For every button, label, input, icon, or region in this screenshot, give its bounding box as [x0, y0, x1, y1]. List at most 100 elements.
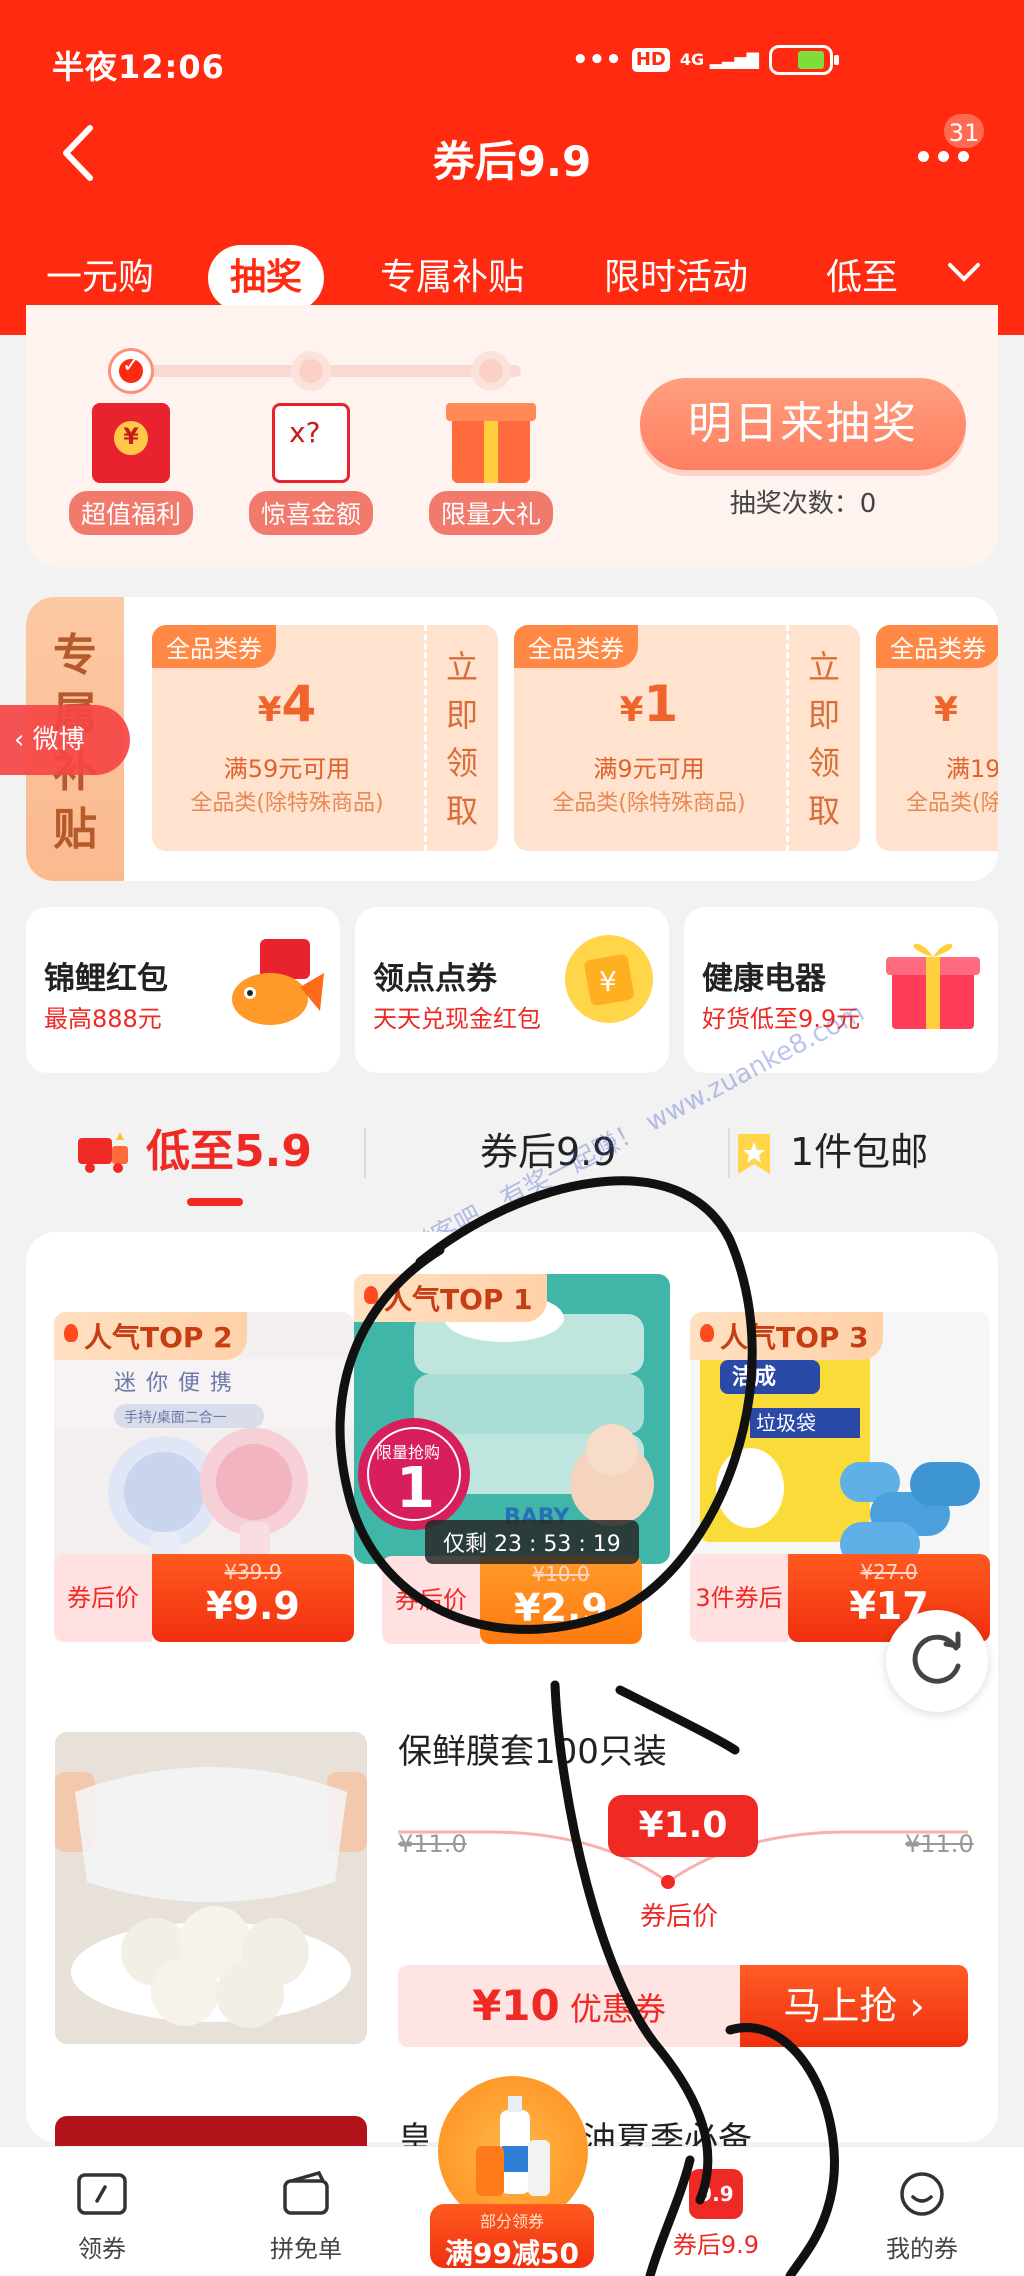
- weibo-back-label: 微博: [32, 725, 85, 755]
- product-image[interactable]: [55, 1732, 367, 2044]
- star-ribbon-icon: [734, 1132, 774, 1176]
- coupon-card[interactable]: 全品类券 ¥1 满9元可用 全品类(除特殊商品) 立即领取: [514, 625, 860, 851]
- reward-item: 超值福利: [66, 403, 196, 535]
- original-price: ¥10.0: [532, 1562, 590, 1586]
- gift-box-icon: [886, 943, 980, 1029]
- truck-icon: [76, 1130, 132, 1174]
- buy-now-button[interactable]: 马上抢 ›: [740, 1965, 968, 2047]
- dot-icon: [918, 151, 929, 162]
- reward-label: 惊喜金额: [248, 491, 373, 535]
- price-row: 券后价 ¥10.0 ¥2.9: [382, 1556, 642, 1644]
- entry-collect-points[interactable]: 领点点券 天天兑现金红包 ¥: [355, 907, 669, 1073]
- coupon-divider: [786, 625, 789, 851]
- tab-lowest[interactable]: 低至: [826, 245, 898, 311]
- price-label: 券后价: [54, 1554, 152, 1642]
- battery-icon: [768, 45, 839, 75]
- flash-sale-number: 1: [396, 1456, 435, 1521]
- coupon-value: ¥10: [472, 1981, 560, 2030]
- original-price: ¥11.0: [398, 1830, 467, 1858]
- category-tab-lowest[interactable]: 低至5.9: [146, 1112, 312, 1192]
- coupon-tag: 全品类券: [514, 625, 638, 668]
- coupon-value: 1: [643, 675, 679, 733]
- entry-health-appliances[interactable]: 健康电器 好货低至9.9元: [684, 907, 998, 1073]
- top-product-card[interactable]: 迷你便携 手持/桌面二合一 人气TOP 2 券后价 ¥39.9 ¥9.9: [54, 1312, 354, 1642]
- countdown-timer: 仅剩 23 : 53 : 19: [425, 1520, 639, 1564]
- top-product-card[interactable]: 洁成 垃圾袋 人气TOP 3 3件券后 ¥27.0 ¥17: [690, 1312, 990, 1642]
- gold-coin-icon: ¥: [565, 935, 653, 1023]
- original-price: ¥27.0: [860, 1560, 918, 1584]
- currency-symbol: ¥: [619, 690, 644, 730]
- coupon-condition: 满9元可用: [593, 755, 705, 783]
- original-price: ¥39.9: [224, 1560, 282, 1584]
- nav-after-coupon-9-9[interactable]: 9.9 券后9.9: [646, 2169, 786, 2260]
- price-box: ¥39.9 ¥9.9: [152, 1554, 354, 1642]
- coupon-card[interactable]: 全品类券 ¥4 满59元可用 全品类(除特殊商品) 立即领取: [152, 625, 498, 851]
- price-row: 券后价 ¥39.9 ¥9.9: [54, 1554, 354, 1642]
- price-label: 券后价: [382, 1556, 480, 1644]
- category-tab-free-shipping[interactable]: 1件包邮: [790, 1112, 928, 1192]
- coupon-card[interactable]: 全品类券 ¥ 满19 全品类(除: [876, 625, 998, 851]
- nav-group-free[interactable]: 拼免单: [236, 2169, 376, 2264]
- refresh-button[interactable]: [886, 1610, 988, 1712]
- coupon-condition: 满19: [946, 755, 998, 783]
- claim-button[interactable]: 立即领取: [432, 643, 492, 835]
- entry-subtitle: 最高888元: [44, 1005, 162, 1033]
- svg-text:洁成: 洁成: [732, 1365, 776, 1390]
- entry-subtitle: 天天兑现金红包: [373, 1005, 541, 1033]
- progress-dot: [471, 351, 511, 391]
- coupon-scope: 全品类(除: [906, 791, 998, 816]
- coupon-amount: ¥10 优惠券: [398, 1965, 740, 2047]
- message-count-badge: 31: [942, 112, 986, 150]
- price-label: 3件券后: [690, 1554, 788, 1642]
- draw-tomorrow-button[interactable]: 明日来抽奖: [640, 378, 966, 470]
- dot-icon: [938, 151, 949, 162]
- exclusive-subsidy-card: 专属补贴 全品类券 ¥4 满59元可用 全品类(除特殊商品) 立即领取 全品类券…: [26, 597, 998, 881]
- final-price: ¥9.9: [206, 1584, 300, 1628]
- coupon-value: 4: [281, 675, 317, 733]
- more-status-icon: •••: [572, 45, 622, 75]
- gift-box-icon: [446, 403, 536, 483]
- tab-yiyuangou[interactable]: 一元购: [46, 245, 154, 311]
- entry-koi-redpacket[interactable]: 锦鲤红包 最高888元: [26, 907, 340, 1073]
- coupon-label: 优惠券: [569, 1990, 666, 2028]
- mystery-note-icon: [272, 403, 350, 483]
- product-title[interactable]: 保鲜膜套100只装: [398, 1724, 667, 1773]
- expand-tabs-button[interactable]: [944, 257, 984, 287]
- reward-item: 惊喜金额: [246, 403, 376, 535]
- svg-text:手持/桌面二合一: 手持/桌面二合一: [124, 1410, 227, 1426]
- tab-exclusive-subsidy[interactable]: 专属补贴: [380, 245, 524, 311]
- koi-fish-icon: [232, 939, 324, 1025]
- smile-icon: [900, 2172, 944, 2216]
- coupon-divider: [424, 625, 427, 851]
- nav-label: 领券: [78, 2235, 126, 2263]
- promo-floating-button[interactable]: 部分领券 满99减50: [430, 2076, 594, 2272]
- reward-label: 超值福利: [68, 491, 193, 535]
- price-label: 券后价: [640, 1902, 719, 1932]
- original-price: ¥11.0: [905, 1830, 974, 1858]
- progress-dot: [291, 351, 331, 391]
- currency-symbol: ¥: [934, 690, 958, 730]
- coupon-amount: ¥1: [514, 675, 784, 733]
- nav-get-coupons[interactable]: 领券: [32, 2169, 172, 2264]
- popularity-badge: 人气TOP 3: [690, 1312, 883, 1360]
- lottery-card: 超值福利 惊喜金额 限量大礼 明日来抽奖 抽奖次数：0: [26, 305, 998, 567]
- back-to-weibo-button[interactable]: ‹ 微博: [0, 705, 130, 775]
- draw-count: 抽奖次数：0: [729, 489, 877, 519]
- coupon-bar: ¥10 优惠券 马上抢 ›: [398, 1965, 968, 2047]
- red-envelope-icon: [92, 403, 170, 483]
- price-box: ¥10.0 ¥2.9: [480, 1556, 642, 1644]
- progress-check-icon: [111, 351, 151, 391]
- claim-button[interactable]: 立即领取: [794, 643, 854, 835]
- coupon-scope: 全品类(除特殊商品): [552, 791, 746, 816]
- nav-my-coupons[interactable]: 我的券: [852, 2169, 992, 2264]
- reward-label: 限量大礼: [428, 491, 553, 535]
- coupon-scope: 全品类(除特殊商品): [190, 791, 384, 816]
- svg-text:¥: ¥: [599, 965, 617, 998]
- coupon-condition: 满59元可用: [223, 755, 351, 783]
- active-tab-indicator: [187, 1198, 243, 1206]
- tab-limited-event[interactable]: 限时活动: [604, 245, 748, 311]
- popularity-badge: 人气TOP 1: [354, 1274, 547, 1322]
- tab-lottery[interactable]: 抽奖: [208, 245, 325, 311]
- svg-text:迷你便携: 迷你便携: [114, 1371, 242, 1396]
- reward-item: 限量大礼: [426, 403, 556, 535]
